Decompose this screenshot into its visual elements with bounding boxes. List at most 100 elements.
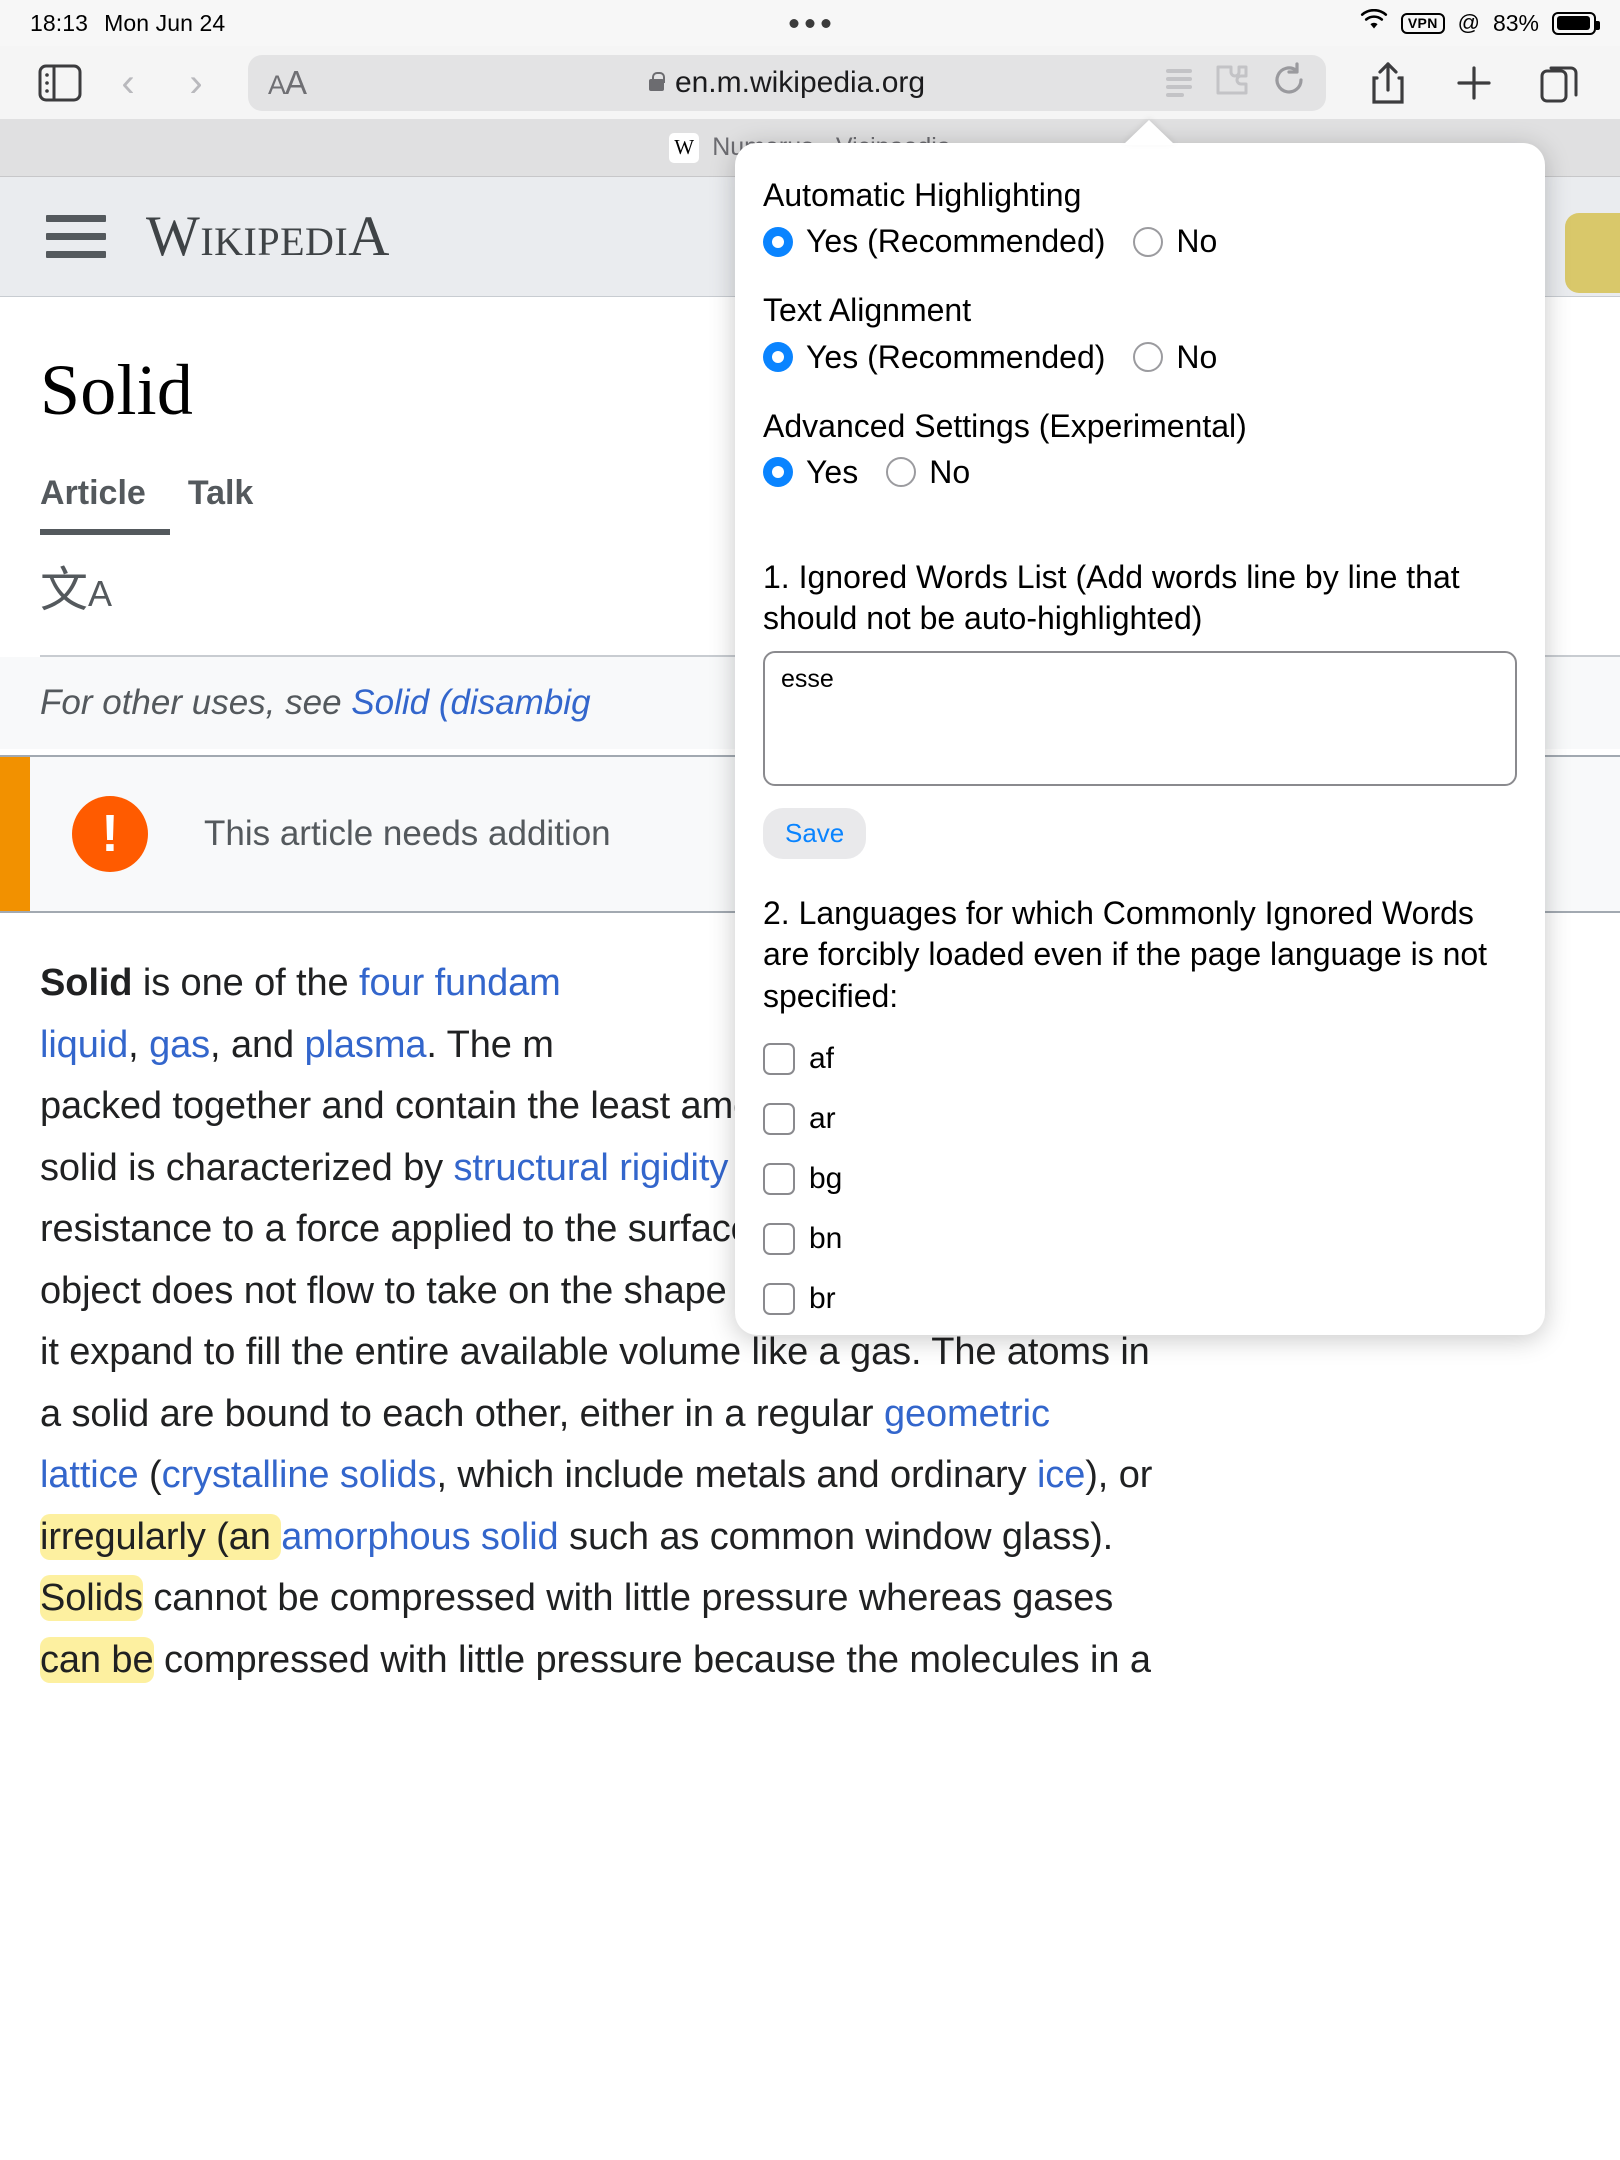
auto-highlight-no-label: No [1176,223,1218,260]
status-date: Mon Jun 24 [104,9,226,36]
text-alignment-no-label: No [1176,338,1218,375]
advanced-settings-label: Advanced Settings (Experimental) [763,407,1247,444]
status-right-group: VPN @ 83% [1360,8,1600,37]
tabs-icon[interactable] [1526,52,1594,114]
auto-highlight-no-option[interactable]: No [1133,223,1217,260]
highlight-solids: Solids [40,1575,143,1622]
lead-line-9d: , which include metals and ordinary [436,1454,1037,1497]
language-code-label: bg [809,1161,843,1195]
checkbox-icon[interactable] [763,1042,795,1075]
link-lattice[interactable]: lattice [40,1454,139,1496]
link-geometric[interactable]: geometric [884,1393,1050,1435]
ios-status-bar: 18:13 Mon Jun 24 VPN @ 83% [0,0,1620,46]
language-translate-icon[interactable]: 文A [40,567,112,615]
ambox-text: This article needs addition [204,814,611,853]
language-checkbox-row[interactable]: bn [763,1222,1517,1256]
text-size-button[interactable]: AA [268,64,307,102]
text-alignment-no-option[interactable]: No [1133,339,1217,376]
puzzle-icon[interactable] [1214,63,1250,102]
radio-selected-icon[interactable] [763,226,793,257]
auto-highlight-yes-option[interactable]: Yes (Recommended) [763,223,1105,260]
battery-percent: 83% [1492,9,1539,36]
checkbox-icon[interactable] [763,1162,795,1195]
link-four-fundamental[interactable]: four fundam [359,962,561,1004]
ambox-stripe [0,757,30,911]
new-tab-icon[interactable] [1440,52,1508,114]
advanced-settings-yes-label: Yes [806,453,859,490]
wikipedia-wordmark[interactable]: WIKIPEDIA [146,204,390,269]
vpn-badge: VPN [1400,12,1445,34]
checkbox-icon[interactable] [763,1282,795,1315]
wikipedia-favicon-icon: W [669,132,700,163]
radio-selected-icon[interactable] [763,457,793,488]
address-bar-actions [1166,62,1306,103]
link-liquid[interactable]: liquid [40,1024,128,1066]
language-checkbox-row[interactable]: bg [763,1162,1517,1196]
reload-icon[interactable] [1272,62,1306,103]
link-ice[interactable]: ice [1037,1454,1085,1496]
address-bar[interactable]: AA en.m.wikipedia.org [248,54,1326,111]
header-gold-button[interactable] [1565,213,1620,293]
languages-label: 2. Languages for which Commonly Ignored … [763,894,1488,1015]
lead-line-11b: cannot be compressed with little pressur… [142,1577,1114,1620]
text-alignment-yes-option[interactable]: Yes (Recommended) [763,339,1105,376]
language-checkbox-row[interactable]: af [763,1042,1517,1076]
sidebar-icon[interactable] [26,52,94,114]
tab-article[interactable]: Article [40,474,146,513]
wifi-icon [1360,8,1388,37]
save-button[interactable]: Save [763,807,867,859]
link-gas[interactable]: gas [149,1024,210,1066]
lead-bold-term: Solid [40,962,133,1004]
link-plasma[interactable]: plasma [305,1024,427,1066]
automatic-highlighting-label: Automatic Highlighting [763,177,1082,213]
reader-mode-icon[interactable] [1166,68,1192,97]
lead-line-10c: such as common window glass). [558,1515,1114,1558]
advanced-settings-yes-option[interactable]: Yes [763,454,858,491]
language-code-label: ar [809,1101,836,1135]
advanced-settings-options: Yes No [763,454,1517,491]
extension-settings-popup: Automatic Highlighting Yes (Recommended)… [735,143,1545,1335]
status-left-group: 18:13 Mon Jun 24 [30,10,225,37]
highlight-can-be: can be [40,1637,154,1684]
dot-3 [821,18,831,28]
checkbox-icon[interactable] [763,1222,795,1255]
lead-line-9f: ), or [1085,1454,1153,1497]
at-icon: @ [1457,10,1480,35]
back-chevron-icon: ‹ [121,60,135,105]
wordmark-a: A [348,205,390,268]
radio-unselected-icon[interactable] [1133,342,1164,373]
ignored-words-textarea[interactable] [763,650,1517,786]
radio-selected-icon[interactable] [763,342,793,373]
lead-line-12b: compressed with little pressure because … [153,1639,1151,1682]
status-time: 18:13 [30,9,89,36]
advanced-settings-no-label: No [929,453,971,490]
hamburger-icon[interactable] [46,215,106,258]
link-amorphous-solid[interactable]: amorphous solid [281,1516,558,1558]
exclamation-icon: ! [72,796,148,872]
wordmark-mid: IKIPEDI [200,219,349,264]
tab-talk[interactable]: Talk [188,474,254,513]
forward-button[interactable]: › [162,52,230,114]
lead-line-7: it expand to fill the entire available v… [40,1331,1150,1374]
radio-unselected-icon[interactable] [886,457,917,488]
lead-text-3: , and [210,1023,305,1066]
checkbox-icon[interactable] [763,1102,795,1135]
radio-unselected-icon[interactable] [1133,226,1164,257]
url-text: en.m.wikipedia.org [674,65,926,99]
auto-highlight-yes-label: Yes (Recommended) [806,223,1106,260]
back-button[interactable]: ‹ [94,52,162,114]
languages-section: 2. Languages for which Commonly Ignored … [763,893,1517,1335]
language-checkbox-row[interactable]: ar [763,1102,1517,1136]
advanced-settings-no-option[interactable]: No [886,454,970,491]
hatnote-link[interactable]: Solid (disambig [351,683,590,722]
ignored-words-label: 1. Ignored Words List (Add words line by… [763,558,1460,636]
link-structural-rigidity[interactable]: structural rigidity [453,1147,728,1189]
language-checkbox-row[interactable]: br [763,1282,1517,1316]
link-crystalline-solids[interactable]: crystalline solids [162,1454,437,1496]
dynamic-island-dots [789,18,831,28]
battery-icon [1552,11,1600,35]
share-icon[interactable] [1354,52,1422,114]
language-code-label: bn [809,1221,843,1255]
popup-arrow [1123,120,1175,145]
automatic-highlighting-options: Yes (Recommended) No [763,223,1517,260]
